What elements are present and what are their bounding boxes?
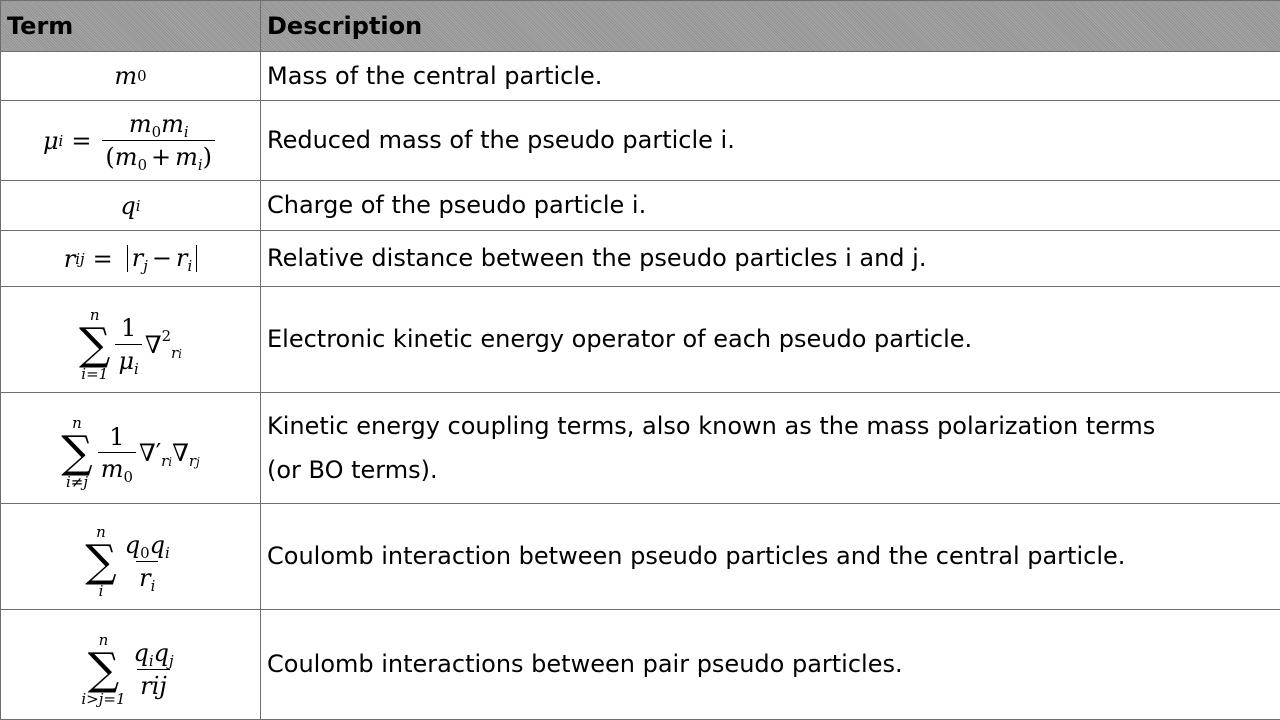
description-cell: Mass of the central particle. bbox=[260, 51, 1280, 101]
term-cell: n ∑ i≠j 1 m0 ∇′ri∇rj bbox=[0, 392, 261, 504]
math-formula: r ij = rj − ri bbox=[64, 244, 198, 273]
term-cell: n ∑ i q0qi ri bbox=[0, 503, 261, 610]
table-row: n ∑ i q0qi ri Coulomb interaction between … bbox=[0, 503, 1280, 610]
math-formula: n ∑ i≠j 1 m0 ∇′ri∇rj bbox=[61, 414, 200, 491]
table-row: μ i = m0mi (m0 + mi) Reduced mass of the pse… bbox=[0, 100, 1280, 181]
description-cell: Coulomb interactions between pair pseudo… bbox=[260, 609, 1280, 720]
table-row: n ∑ i>j=1 qiqj rij Coulomb interactions be… bbox=[0, 609, 1280, 720]
math-formula: n ∑ i>j=1 qiqj rij bbox=[81, 630, 174, 708]
description-column-header: Description bbox=[260, 0, 1280, 52]
summation-symbol: n ∑ i>j=1 bbox=[81, 630, 126, 708]
term-cell: qi bbox=[0, 180, 261, 231]
term-cell: μ i = m0mi (m0 + mi) bbox=[0, 100, 261, 181]
header-row: Term Description bbox=[0, 0, 1280, 52]
table-row: n ∑ i=1 1 μi ∇2ri Electronic kinetic energy… bbox=[0, 286, 1280, 393]
table-row: m0 Mass of the central particle. bbox=[0, 51, 1280, 101]
table-row: n ∑ i≠j 1 m0 ∇′ri∇rj Kinetic energy couplin… bbox=[0, 392, 1280, 504]
description-cell: Kinetic energy coupling terms, also know… bbox=[260, 392, 1280, 504]
summation-symbol: n ∑ i bbox=[85, 522, 117, 600]
term-cell: r ij = rj − ri bbox=[0, 230, 261, 287]
math-formula: n ∑ i=1 1 μi ∇2ri bbox=[79, 305, 182, 383]
math-formula: μ i = m0mi (m0 + mi) bbox=[43, 111, 218, 172]
term-cell: m0 bbox=[0, 51, 261, 101]
math-formula: m0 bbox=[114, 62, 147, 90]
summation-symbol: n ∑ i≠j bbox=[61, 414, 93, 491]
description-cell: Charge of the pseudo particle i. bbox=[260, 180, 1280, 231]
term-cell: n ∑ i>j=1 qiqj rij bbox=[0, 609, 261, 720]
table-row: qi Charge of the pseudo particle i. bbox=[0, 180, 1280, 231]
description-cell: Reduced mass of the pseudo particle i. bbox=[260, 100, 1280, 181]
description-cell: Coulomb interaction between pseudo parti… bbox=[260, 503, 1280, 610]
term-column-header: Term bbox=[0, 0, 261, 52]
table-row: r ij = rj − ri Relative distance between the… bbox=[0, 230, 1280, 287]
math-formula: n ∑ i q0qi ri bbox=[85, 522, 170, 600]
math-formula: qi bbox=[120, 191, 141, 220]
summation-symbol: n ∑ i=1 bbox=[79, 305, 111, 383]
terms-table: Term Description m0 Mass of the central … bbox=[0, 0, 1280, 720]
term-cell: n ∑ i=1 1 μi ∇2ri bbox=[0, 286, 261, 393]
description-cell: Electronic kinetic energy operator of ea… bbox=[260, 286, 1280, 393]
description-cell: Relative distance between the pseudo par… bbox=[260, 230, 1280, 287]
